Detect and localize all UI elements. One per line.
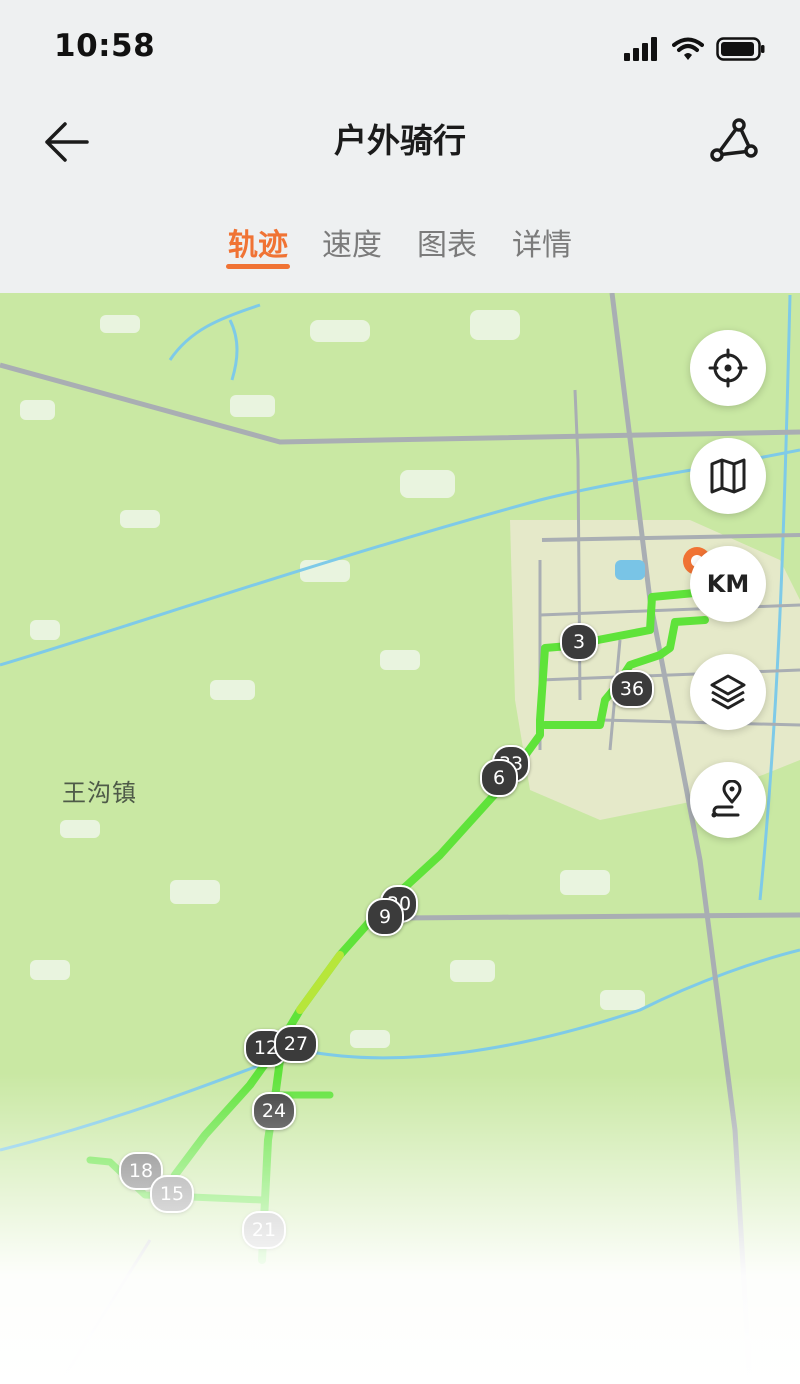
layers-icon: [710, 674, 746, 710]
tab-active-indicator: [226, 264, 290, 269]
tab-details[interactable]: 详情: [502, 220, 582, 264]
status-time: 10:58: [54, 28, 156, 64]
unit-toggle-button[interactable]: KM: [690, 546, 766, 622]
route-button[interactable]: [704, 110, 764, 170]
km-marker[interactable]: 27: [274, 1025, 318, 1063]
tab-speed[interactable]: 速度: [312, 220, 392, 264]
km-marker[interactable]: 36: [610, 670, 654, 708]
location-route-icon: [711, 780, 742, 818]
km-marker[interactable]: 24: [252, 1092, 296, 1130]
km-marker[interactable]: 6: [480, 759, 518, 797]
locate-button[interactable]: [690, 330, 766, 406]
crosshair-icon: [708, 348, 748, 388]
layers-button[interactable]: [690, 654, 766, 730]
tab-bar: 轨迹 速度 图表 详情: [0, 210, 800, 280]
map-icon: [710, 458, 746, 494]
km-marker[interactable]: 3: [560, 623, 598, 661]
unit-label: KM: [706, 570, 750, 598]
status-bar: 10:58: [0, 0, 800, 96]
map-place-label: 王沟镇: [62, 779, 137, 807]
km-marker[interactable]: 9: [366, 898, 404, 936]
page-title: 户外骑行: [334, 121, 466, 160]
battery-icon: [716, 37, 765, 61]
wifi-icon: [672, 37, 704, 60]
km-marker[interactable]: 15: [150, 1175, 194, 1213]
nav-bar: 户外骑行: [0, 96, 800, 186]
tab-chart[interactable]: 图表: [407, 220, 487, 264]
cellular-signal-icon: [624, 37, 657, 61]
status-icons: [624, 34, 766, 64]
map-type-button[interactable]: [690, 438, 766, 514]
route-nodes-icon: [710, 118, 758, 162]
map-canvas: [0, 293, 800, 1384]
km-marker[interactable]: 21: [242, 1211, 286, 1249]
route-guide-button[interactable]: [690, 762, 766, 838]
tab-track[interactable]: 轨迹: [218, 220, 298, 264]
map-view[interactable]: 王沟镇 3 36 33 6 30 9 12 27 24 18 15 21 KM: [0, 293, 800, 1384]
